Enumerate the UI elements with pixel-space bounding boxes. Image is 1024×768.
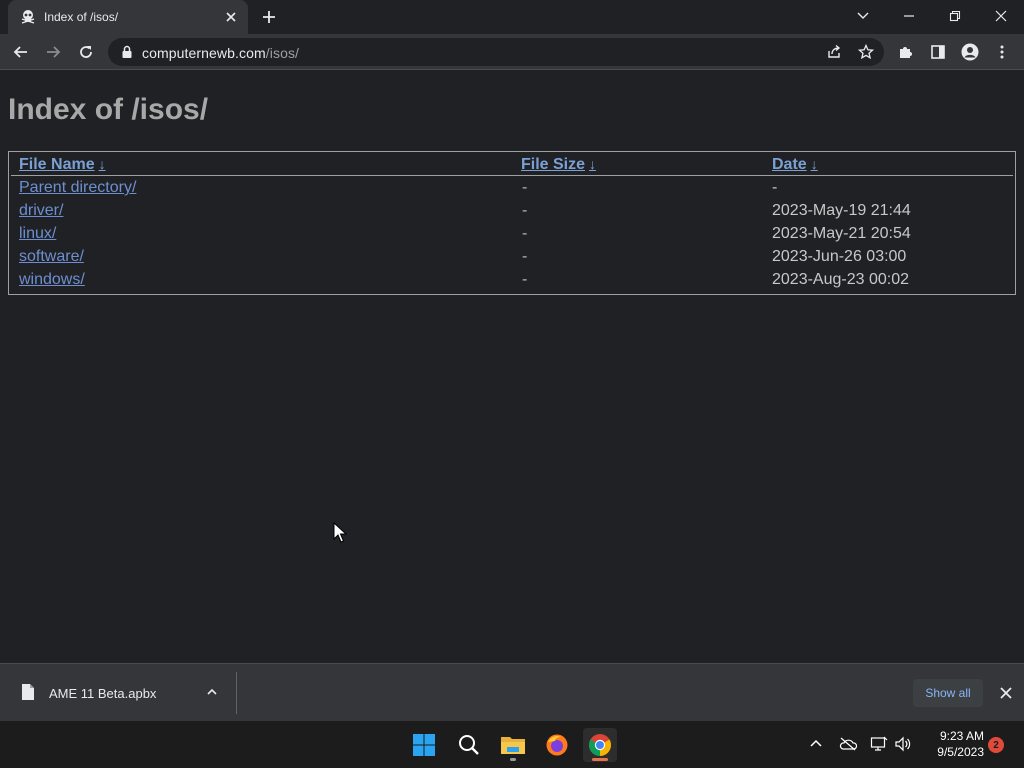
chrome-icon[interactable] — [583, 728, 617, 762]
windows-taskbar: 9:23 AM 9/5/2023 2 — [0, 721, 1024, 768]
forward-arrow-icon[interactable] — [43, 42, 63, 62]
sort-arrow-icon: ↓ — [810, 156, 818, 172]
table-row: software/ - 2023-Jun-26 03:00 — [9, 248, 1015, 271]
file-link[interactable]: driver/ — [19, 202, 63, 220]
file-size: - — [522, 271, 528, 288]
download-shelf: AME 11 Beta.apbx Show all — [0, 663, 1024, 721]
sort-arrow-icon: ↓ — [589, 156, 597, 172]
sort-arrow-icon: ↓ — [98, 156, 106, 172]
new-tab-plus-icon[interactable] — [261, 9, 277, 25]
minimize-icon[interactable] — [886, 0, 932, 32]
mouse-cursor-icon — [333, 522, 347, 543]
chevron-up-icon[interactable] — [205, 685, 219, 699]
file-listing-table: File Name ↓ File Size ↓ Date ↓ Parent direc… — [8, 151, 1016, 295]
reload-icon[interactable] — [76, 42, 96, 62]
side-panel-icon[interactable] — [928, 42, 948, 62]
profile-icon[interactable] — [960, 42, 980, 62]
file-explorer-icon[interactable] — [496, 728, 530, 762]
star-icon[interactable] — [858, 44, 874, 60]
restore-icon[interactable] — [932, 0, 978, 32]
file-date: - — [772, 179, 778, 196]
file-date: 2023-Aug-23 00:02 — [772, 271, 909, 288]
share-icon[interactable] — [826, 44, 842, 60]
speaker-icon[interactable] — [894, 735, 912, 753]
column-header-file-size[interactable]: File Size ↓ — [521, 156, 596, 174]
show-all-button[interactable]: Show all — [913, 679, 983, 707]
chevron-up-icon[interactable] — [807, 735, 825, 753]
back-arrow-icon[interactable] — [11, 42, 31, 62]
column-label: Date — [772, 156, 807, 173]
column-header-file-name[interactable]: File Name ↓ — [19, 156, 106, 174]
file-size: - — [522, 248, 528, 265]
file-icon — [22, 684, 34, 700]
file-date: 2023-Jun-26 03:00 — [772, 248, 907, 265]
notification-badge[interactable]: 2 — [988, 737, 1004, 753]
url-text: computernewb.com/isos/ — [142, 45, 299, 61]
browser-tab[interactable]: Index of /isos/ — [8, 0, 248, 34]
tab-title: Index of /isos/ — [44, 10, 119, 24]
address-bar[interactable]: computernewb.com/isos/ — [108, 38, 884, 66]
file-link[interactable]: software/ — [19, 248, 84, 266]
file-date: 2023-May-21 20:54 — [772, 225, 911, 242]
windows-start-icon[interactable] — [407, 728, 441, 762]
taskbar-clock[interactable]: 9:23 AM 9/5/2023 — [922, 728, 984, 760]
close-icon[interactable] — [998, 685, 1014, 701]
running-indicator — [510, 758, 516, 761]
close-icon[interactable] — [223, 9, 239, 25]
pirate-favicon-icon — [21, 10, 35, 24]
clock-date: 9/5/2023 — [937, 745, 984, 759]
column-label: File Name — [19, 156, 95, 173]
clock-time: 9:23 AM — [939, 729, 984, 743]
column-header-date[interactable]: Date ↓ — [772, 156, 818, 174]
file-size: - — [522, 179, 528, 196]
file-link[interactable]: Parent directory/ — [19, 179, 136, 197]
tab-strip: Index of /isos/ — [0, 0, 1024, 34]
lock-icon[interactable] — [120, 45, 134, 59]
file-size: - — [522, 202, 528, 219]
url-path: /isos/ — [265, 45, 300, 61]
file-date: 2023-May-19 21:44 — [772, 202, 911, 219]
firefox-icon[interactable] — [540, 728, 574, 762]
browser-toolbar: computernewb.com/isos/ — [0, 34, 1024, 70]
download-item[interactable]: AME 11 Beta.apbx — [0, 664, 236, 722]
download-divider — [236, 672, 237, 714]
file-link[interactable]: windows/ — [19, 271, 85, 289]
puzzle-icon[interactable] — [896, 42, 916, 62]
url-host: computernewb.com — [142, 45, 266, 61]
file-link[interactable]: linux/ — [19, 225, 56, 243]
column-label: File Size — [521, 156, 586, 173]
page-content: Index of /isos/ File Name ↓ File Size ↓ Da… — [0, 71, 1024, 663]
window-close-icon[interactable] — [978, 0, 1024, 32]
network-icon[interactable] — [870, 735, 888, 753]
tab-search-chevron-down-icon[interactable] — [840, 0, 886, 32]
download-file-name: AME 11 Beta.apbx — [49, 686, 157, 701]
table-row: linux/ - 2023-May-21 20:54 — [9, 225, 1015, 248]
page-title: Index of /isos/ — [8, 93, 209, 126]
table-row: windows/ - 2023-Aug-23 00:02 — [9, 271, 1015, 294]
table-row: Parent directory/ - - — [9, 179, 1015, 202]
header-divider — [11, 175, 1013, 176]
kebab-menu-icon[interactable] — [992, 42, 1012, 62]
table-row: driver/ - 2023-May-19 21:44 — [9, 202, 1015, 225]
onedrive-offline-icon[interactable] — [839, 735, 857, 753]
file-size: - — [522, 225, 528, 242]
active-app-indicator — [592, 758, 608, 761]
search-icon[interactable] — [452, 728, 486, 762]
